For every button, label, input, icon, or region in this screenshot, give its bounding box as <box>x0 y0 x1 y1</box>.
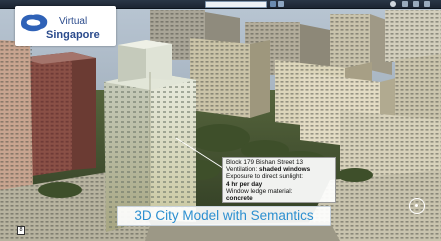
exposure-value: 4 hr per day <box>226 180 263 188</box>
user-icon[interactable] <box>390 1 396 7</box>
caption-banner: 3D City Model with Semantics <box>117 206 331 226</box>
ventilation-row: Ventilation: shaded windows <box>226 166 332 173</box>
zoom-in-icon[interactable] <box>278 1 284 7</box>
building-info-callout: Block 179 Bishan Street 13 Ventilation: … <box>222 157 336 203</box>
page-indicator: 8 <box>17 226 25 235</box>
virtual-singapore-logo: Virtual Singapore <box>15 6 116 46</box>
exposure-label: Exposure to direct sunlight: <box>226 173 304 181</box>
logo-text-virtual: Virtual <box>59 16 88 27</box>
singapore-map-logo <box>21 14 48 32</box>
viewer-window: Virtual Singapore Block 179 Bishan Stree… <box>0 0 441 241</box>
layers-icon[interactable] <box>270 1 276 7</box>
logo-text-singapore: Singapore <box>46 29 100 41</box>
ventilation-value: shaded windows <box>259 166 311 174</box>
ledge-value: concrete <box>226 195 253 203</box>
gear-icon[interactable] <box>402 1 408 7</box>
search-input[interactable] <box>205 1 267 8</box>
ventilation-label: Ventilation: <box>226 166 260 174</box>
pencil-icon[interactable] <box>413 1 419 7</box>
block-address: Block 179 Bishan Street 13 <box>226 159 304 166</box>
ledge-label: Window ledge material: <box>226 187 293 195</box>
share-icon[interactable] <box>424 1 430 7</box>
compass-icon[interactable] <box>409 198 425 214</box>
